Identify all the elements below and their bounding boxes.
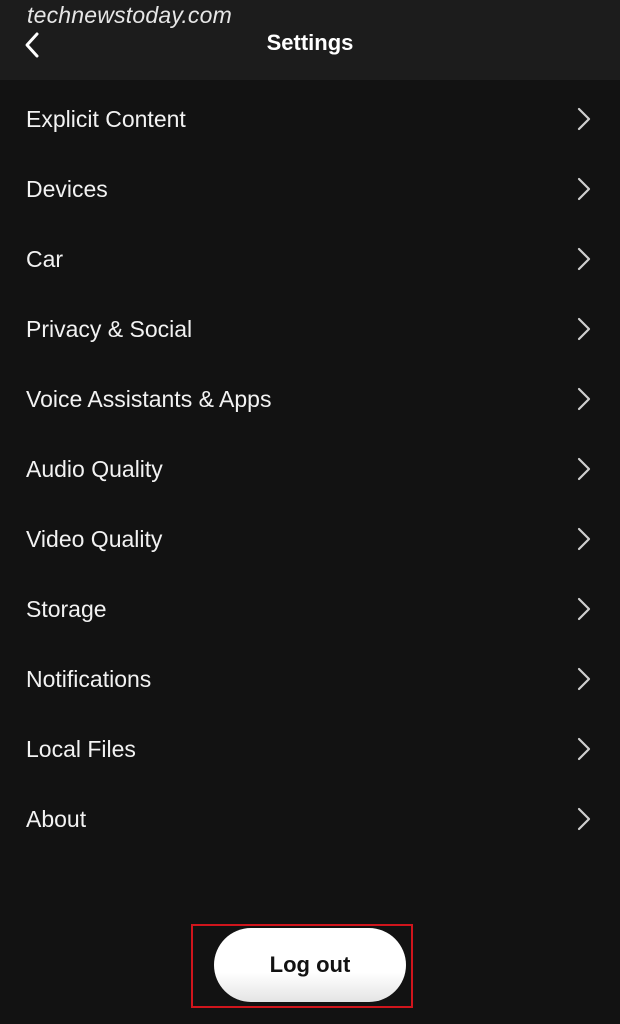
settings-item-about[interactable]: About bbox=[0, 784, 620, 854]
logout-button[interactable]: Log out bbox=[214, 928, 406, 1002]
settings-item-storage[interactable]: Storage bbox=[0, 574, 620, 644]
settings-item-explicit-content[interactable]: Explicit Content bbox=[0, 84, 620, 154]
watermark: technewstoday.com bbox=[27, 2, 232, 28]
settings-item-video-quality[interactable]: Video Quality bbox=[0, 504, 620, 574]
settings-item-privacy-social[interactable]: Privacy & Social bbox=[0, 294, 620, 364]
chevron-right-icon bbox=[577, 737, 591, 761]
page-title: Settings bbox=[266, 30, 354, 55]
settings-item-label: Local Files bbox=[26, 735, 136, 762]
settings-item-label: Storage bbox=[26, 595, 107, 622]
settings-item-label: Privacy & Social bbox=[26, 315, 193, 342]
chevron-right-icon bbox=[577, 457, 591, 481]
settings-item-devices[interactable]: Devices bbox=[0, 154, 620, 224]
settings-item-label: Devices bbox=[26, 175, 108, 202]
settings-item-voice-assistants-apps[interactable]: Voice Assistants & Apps bbox=[0, 364, 620, 434]
settings-list: Explicit Content Devices Car Privacy & S… bbox=[0, 84, 620, 854]
chevron-right-icon bbox=[577, 247, 591, 271]
chevron-right-icon bbox=[577, 107, 591, 131]
settings-item-label: Explicit Content bbox=[26, 105, 186, 132]
chevron-right-icon bbox=[577, 807, 591, 831]
settings-item-car[interactable]: Car bbox=[0, 224, 620, 294]
settings-item-label: Voice Assistants & Apps bbox=[26, 385, 272, 412]
settings-item-label: Notifications bbox=[26, 665, 152, 692]
settings-item-audio-quality[interactable]: Audio Quality bbox=[0, 434, 620, 504]
settings-item-local-files[interactable]: Local Files bbox=[0, 714, 620, 784]
chevron-right-icon bbox=[577, 667, 591, 691]
settings-item-label: Audio Quality bbox=[26, 455, 163, 482]
chevron-right-icon bbox=[577, 527, 591, 551]
chevron-right-icon bbox=[577, 387, 591, 411]
settings-item-label: Car bbox=[26, 245, 64, 272]
chevron-right-icon bbox=[577, 317, 591, 341]
chevron-right-icon bbox=[577, 177, 591, 201]
top-bar: technewstoday.com Settings bbox=[0, 0, 620, 80]
settings-item-notifications[interactable]: Notifications bbox=[0, 644, 620, 714]
settings-item-label: About bbox=[26, 805, 87, 832]
settings-item-label: Video Quality bbox=[26, 525, 163, 552]
chevron-right-icon bbox=[577, 597, 591, 621]
